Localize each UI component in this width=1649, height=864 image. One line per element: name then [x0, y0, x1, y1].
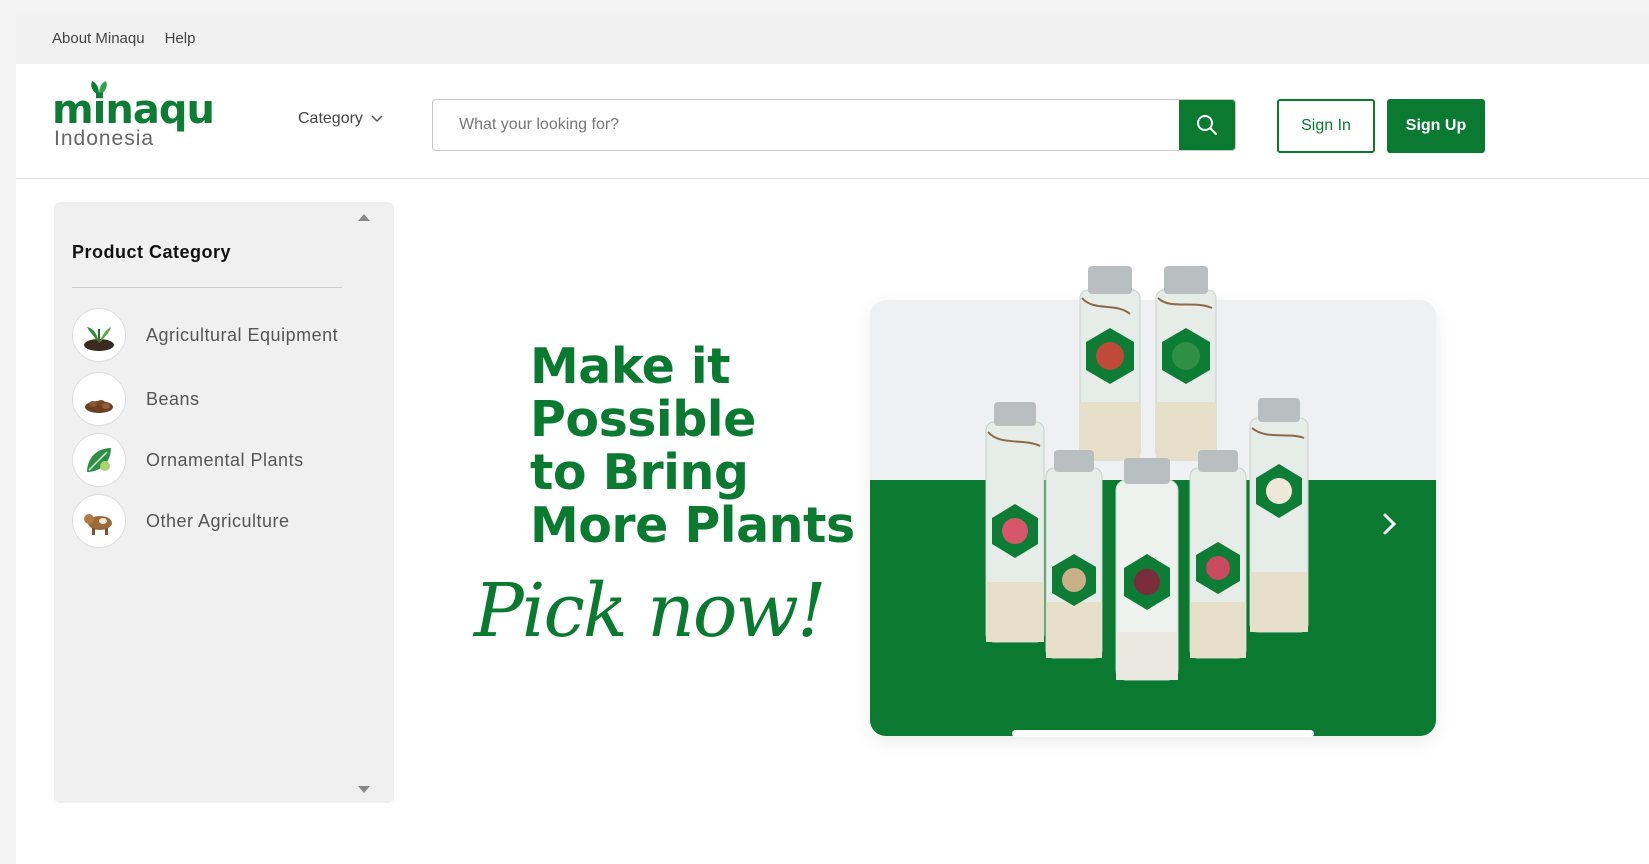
livestock-icon [72, 494, 126, 548]
sprout-icon [72, 308, 126, 362]
sidebar-item-label: Other Agriculture [146, 511, 290, 531]
sidebar-item-label: Ornamental Plants [146, 450, 304, 470]
chevron-down-icon [371, 115, 383, 123]
search-input[interactable] [433, 100, 1179, 150]
banner-headline: Make it Possible to Bring More Plants [530, 340, 855, 552]
search-button[interactable] [1179, 100, 1235, 150]
main-header: minaqu Indonesia Category Sign In Sign U… [16, 64, 1649, 179]
headline-line: Make it [530, 338, 731, 395]
logo-subtitle: Indonesia [54, 127, 155, 150]
scroll-down-arrow-icon[interactable] [358, 786, 370, 793]
top-utility-bar: About Minaqu Help [16, 12, 1649, 64]
sidebar-item-other-agriculture[interactable]: Other Agriculture [72, 494, 346, 548]
about-link[interactable]: About Minaqu [52, 30, 145, 47]
category-dropdown[interactable]: Category [298, 110, 383, 128]
carousel-progress-indicator [1012, 730, 1314, 737]
sidebar-title: Product Category [72, 242, 232, 262]
headline-line: to Bring [530, 444, 749, 501]
sign-in-button[interactable]: Sign In [1277, 99, 1375, 153]
sidebar-item-label: Beans [146, 389, 200, 409]
promo-banner[interactable]: Make it Possible to Bring More Plants Pi… [432, 202, 1484, 803]
plant-bottles-illustration [985, 266, 1309, 681]
sign-up-button[interactable]: Sign Up [1387, 99, 1485, 153]
sidebar-item-beans[interactable]: Beans [72, 372, 346, 426]
beans-icon [72, 372, 126, 426]
carousel-next-arrow-icon[interactable] [1382, 512, 1398, 536]
help-link[interactable]: Help [165, 30, 196, 47]
hero-image [868, 242, 1468, 782]
sidebar-item-ornamental-plants[interactable]: Ornamental Plants [72, 433, 346, 487]
search-bar [432, 99, 1236, 151]
product-category-sidebar: Product Category Agricultural Equipment [54, 202, 394, 803]
category-dropdown-label: Category [298, 110, 363, 127]
sidebar-item-agricultural-equipment[interactable]: Agricultural Equipment [72, 308, 346, 362]
minaqu-logo[interactable]: minaqu Indonesia [52, 81, 222, 152]
headline-line: Possible [530, 391, 756, 448]
leaf-plant-icon [72, 433, 126, 487]
page: About Minaqu Help minaqu Indonesia Categ… [16, 12, 1649, 864]
banner-script-text: Pick now! [474, 568, 827, 654]
search-icon [1197, 115, 1217, 135]
sidebar-divider [72, 287, 342, 288]
sidebar-item-label: Agricultural Equipment [146, 325, 339, 345]
headline-line: More Plants [530, 497, 855, 554]
scroll-up-arrow-icon[interactable] [358, 214, 370, 221]
logo-wordmark: minaqu [52, 87, 215, 133]
